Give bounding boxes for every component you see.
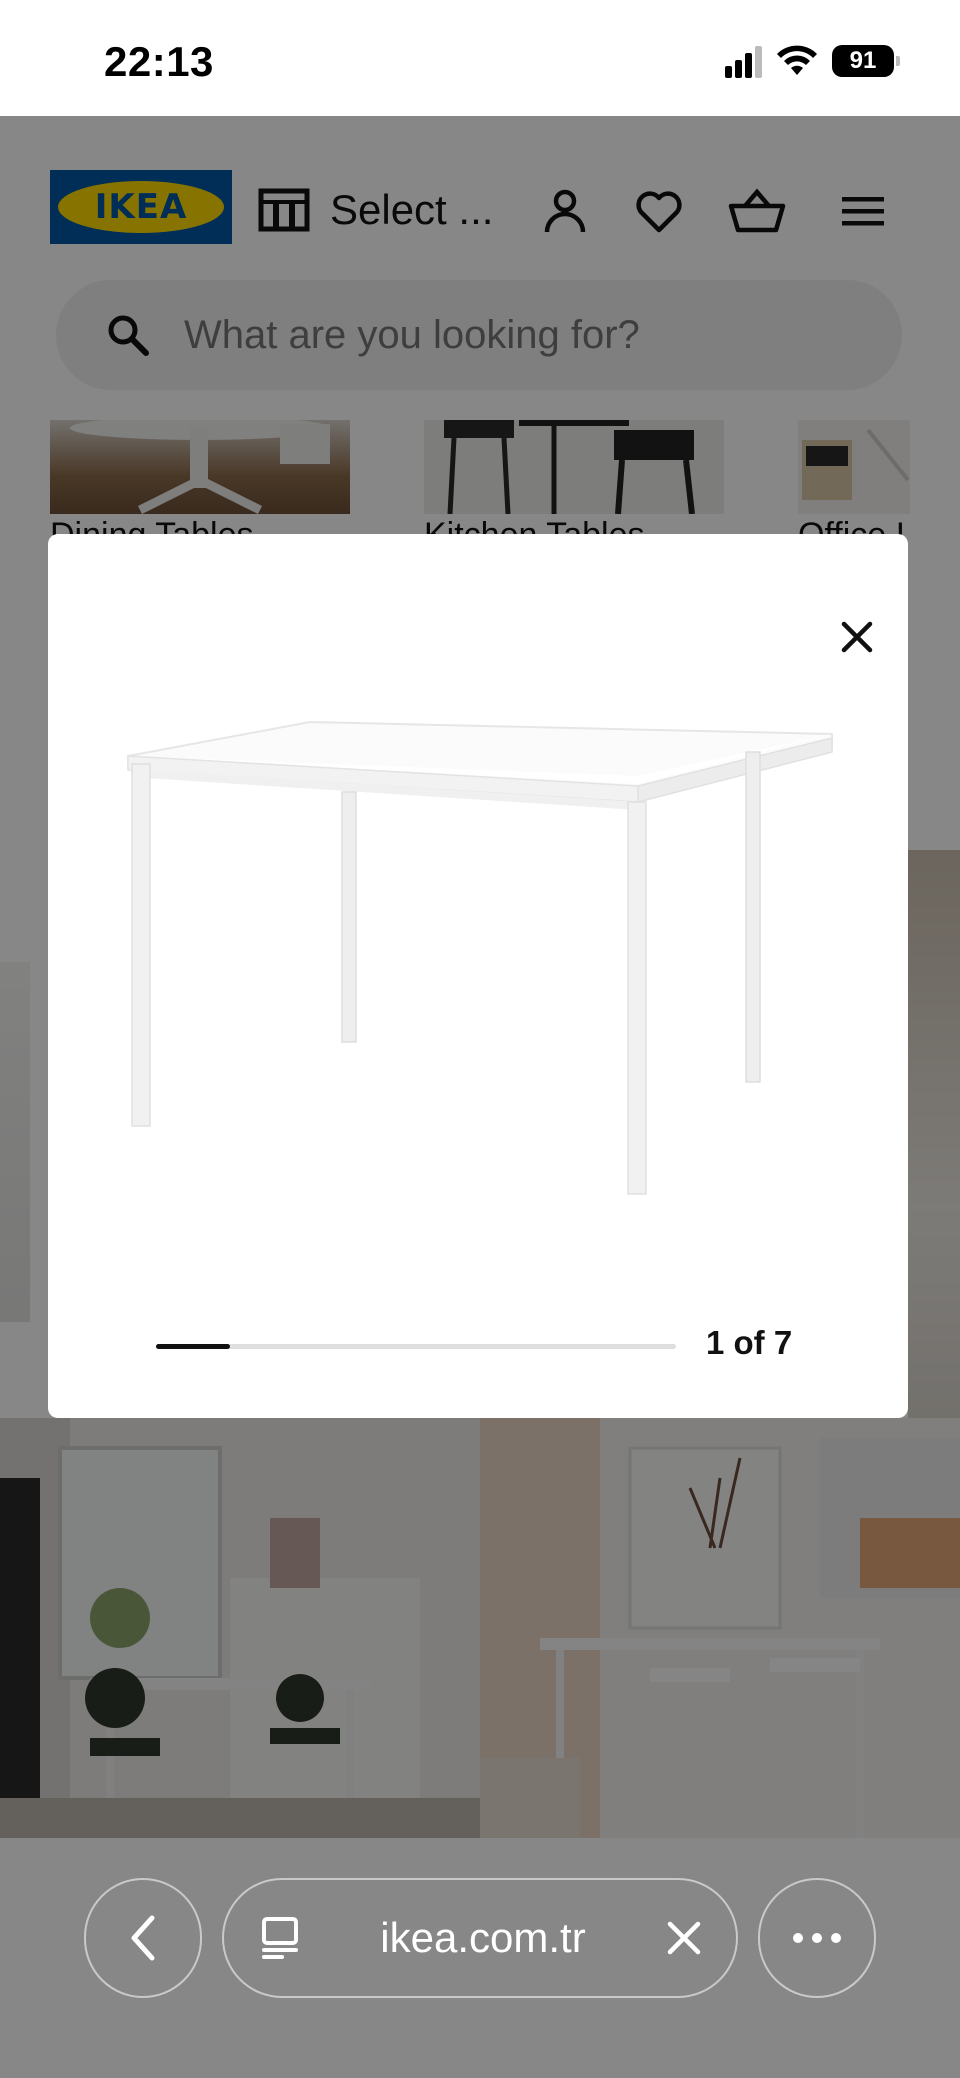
more-icon [793,1933,841,1943]
product-image-table[interactable] [118,704,838,1224]
close-icon[interactable] [666,1920,702,1956]
url-text: ikea.com.tr [380,1914,586,1961]
browser-toolbar: ikea.com.tr [0,1838,960,2078]
status-bar: 22:13 91 [0,0,960,116]
image-counter: 1 of 7 [706,1324,793,1361]
image-progress-bar [156,1344,676,1349]
close-button[interactable] [826,606,888,668]
page-icon [262,1917,298,1959]
back-button[interactable] [84,1878,202,1998]
wifi-icon [777,45,817,75]
more-button[interactable] [758,1878,876,1998]
image-gallery-modal: 1 of 7 [48,534,908,1418]
close-icon [841,621,873,653]
battery-icon: 91 [832,45,900,77]
url-bar[interactable]: ikea.com.tr [222,1878,738,1998]
image-progress-fill [156,1344,231,1349]
status-icons: 91 [725,44,900,78]
status-time: 22:13 [104,38,214,85]
chevron-left-icon [131,1915,155,1961]
signal-icon [725,44,762,78]
